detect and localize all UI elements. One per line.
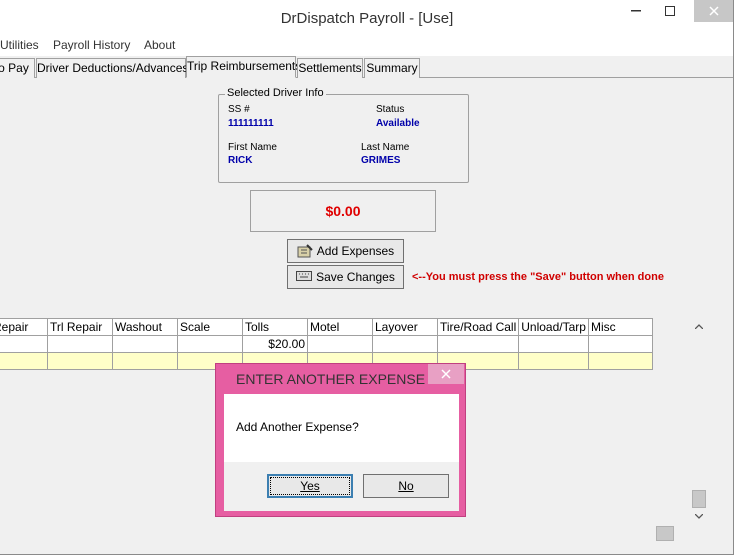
maximize-icon[interactable] xyxy=(656,0,684,22)
status-label: Status xyxy=(376,104,405,115)
ssn-value: 111111111 xyxy=(228,118,274,129)
cell[interactable] xyxy=(587,335,653,353)
keyboard-icon xyxy=(296,270,313,284)
scroll-down-icon[interactable] xyxy=(690,508,708,525)
tab-settlements[interactable]: Settlements xyxy=(297,58,363,78)
total-amount: $0.00 xyxy=(250,190,436,232)
cell[interactable] xyxy=(372,335,438,353)
cell[interactable] xyxy=(307,335,373,353)
save-changes-button[interactable]: Save Changes xyxy=(287,265,404,289)
last-name-value: GRIMES xyxy=(361,155,401,166)
driver-info-legend: Selected Driver Info xyxy=(225,87,326,99)
close-icon[interactable] xyxy=(694,0,733,22)
first-name-value: RICK xyxy=(228,155,253,166)
add-expenses-button[interactable]: Add Expenses xyxy=(287,239,404,263)
col-header-motel[interactable]: Motel xyxy=(307,318,373,336)
cell[interactable] xyxy=(47,352,113,370)
cell[interactable] xyxy=(518,352,589,370)
enter-another-expense-dialog: ENTER ANOTHER EXPENSE Add Another Expens… xyxy=(215,363,466,517)
tab-trip-reimbursements[interactable]: Trip Reimbursements xyxy=(186,56,301,78)
tab-to-pay[interactable]: To Pay xyxy=(0,58,35,78)
cell[interactable] xyxy=(436,335,520,353)
tab-driver-deductions[interactable]: Driver Deductions/Advances xyxy=(36,58,188,78)
cell[interactable] xyxy=(518,335,589,353)
yes-button[interactable]: Yes xyxy=(267,474,353,498)
col-header-washout[interactable]: Washout xyxy=(112,318,178,336)
cell[interactable] xyxy=(0,352,48,370)
menu-payroll-history[interactable]: Payroll History xyxy=(53,38,130,52)
dialog-footer: Yes No xyxy=(224,462,459,511)
cell[interactable] xyxy=(112,352,178,370)
app-window: DrDispatch Payroll - [Use] Utilities Pay… xyxy=(0,0,734,555)
tab-summary[interactable]: Summary xyxy=(364,58,420,78)
vertical-scrollbar[interactable] xyxy=(690,318,708,526)
add-expense-icon xyxy=(297,244,313,258)
last-name-label: Last Name xyxy=(361,142,410,153)
status-value: Available xyxy=(376,118,420,129)
dialog-message: Add Another Expense? xyxy=(236,420,359,434)
cell[interactable] xyxy=(47,335,113,353)
scroll-up-icon[interactable] xyxy=(690,318,708,335)
cell[interactable] xyxy=(112,335,178,353)
save-notice: <--You must press the "Save" button when… xyxy=(412,271,664,283)
cell[interactable] xyxy=(177,335,243,353)
menu-bar: Utilities Payroll History About xyxy=(0,34,733,56)
ssn-label: SS # xyxy=(228,104,250,115)
cell-tolls[interactable]: $20.00 xyxy=(242,335,308,353)
save-changes-label: Save Changes xyxy=(316,270,395,284)
selected-driver-info: Selected Driver Info SS # 111111111 Stat… xyxy=(218,87,469,183)
no-button[interactable]: No xyxy=(363,474,449,498)
title-bar: DrDispatch Payroll - [Use] xyxy=(0,0,733,34)
col-header-scale[interactable]: Scale xyxy=(177,318,243,336)
add-expenses-label: Add Expenses xyxy=(316,244,395,258)
dialog-close-icon[interactable] xyxy=(428,364,464,384)
col-header-tire-road-call[interactable]: Tire/Road Call xyxy=(436,318,520,336)
horizontal-scroll-thumb[interactable] xyxy=(656,526,674,541)
col-header-trl-repair[interactable]: Trl Repair xyxy=(47,318,113,336)
vertical-scroll-thumb[interactable] xyxy=(692,490,706,508)
horizontal-scrollbar[interactable] xyxy=(0,526,690,541)
col-header-misc[interactable]: Misc xyxy=(587,318,653,336)
dialog-title: ENTER ANOTHER EXPENSE xyxy=(236,371,426,387)
tab-strip: To Pay Driver Deductions/Advances Trip R… xyxy=(0,56,733,78)
dialog-body: Add Another Expense? Yes No xyxy=(224,394,459,511)
col-header-unload-tarp[interactable]: Unload/Tarp xyxy=(518,318,589,336)
first-name-label: First Name xyxy=(228,142,277,153)
cell[interactable] xyxy=(0,335,48,353)
minimize-icon[interactable] xyxy=(622,0,650,22)
col-header-repair[interactable]: Repair xyxy=(0,318,48,336)
col-header-layover[interactable]: Layover xyxy=(372,318,438,336)
menu-utilities[interactable]: Utilities xyxy=(0,38,39,52)
table-row: $20.00 xyxy=(0,335,653,353)
col-header-tolls[interactable]: Tolls xyxy=(242,318,308,336)
cell[interactable] xyxy=(587,352,653,370)
menu-about[interactable]: About xyxy=(144,38,175,52)
